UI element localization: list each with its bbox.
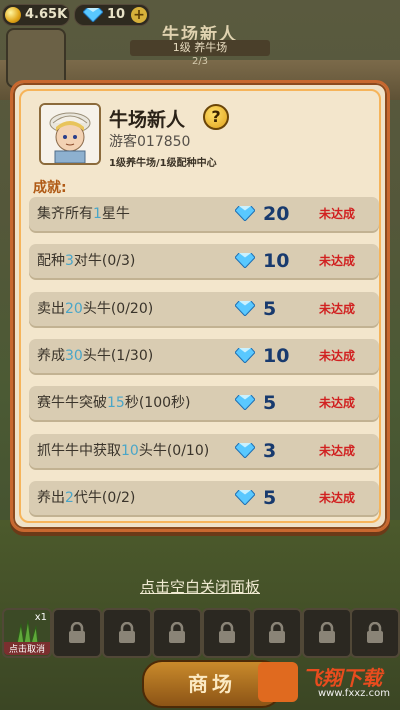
- lock-icon: [119, 622, 135, 643]
- achievement-description: 养出2代牛(0/2): [37, 489, 136, 506]
- achievement-status: 未达成: [319, 301, 356, 316]
- lock-icon: [367, 622, 383, 643]
- locked-slot[interactable]: [102, 608, 152, 658]
- locked-slot[interactable]: [302, 608, 352, 658]
- watermark-url: www.fxxz.com: [318, 688, 390, 699]
- coin-icon: [5, 7, 21, 23]
- lock-icon: [269, 622, 285, 643]
- achievement-reward: 5: [263, 297, 277, 320]
- close-panel-hint[interactable]: 点击空白关闭面板: [0, 576, 400, 597]
- farmer-avatar-icon: [41, 105, 99, 163]
- achievement-description: 集齐所有1星牛: [37, 206, 130, 222]
- achievement-description: 赛牛牛突破15秒(100秒): [37, 395, 191, 412]
- achievement-row: 养成30头牛(1/30) 10 未达成: [29, 338, 379, 373]
- cancel-button[interactable]: 点击取消: [4, 642, 50, 655]
- profile-achievement-panel: 牛场新人 ? 游客017850 1级养牛场/1级配种中心 成就: 集齐所有1星牛…: [10, 80, 390, 532]
- lock-icon: [219, 622, 235, 643]
- achievement-status: 未达成: [319, 348, 356, 363]
- achievement-status: 未达成: [319, 396, 356, 411]
- slot-count: x1: [34, 612, 47, 623]
- achievement-row: 赛牛牛突破15秒(100秒) 5 未达成: [29, 386, 379, 421]
- locked-slot[interactable]: [252, 608, 302, 658]
- achievement-row: 抓牛牛中获取10头牛(0/10) 3 未达成: [29, 433, 379, 468]
- achievement-status: 未达成: [319, 443, 356, 458]
- money-counter: 4.65K: [2, 4, 70, 26]
- diamond-icon: [235, 347, 255, 363]
- achievement-status: 未达成: [319, 254, 356, 269]
- locked-slot[interactable]: [152, 608, 202, 658]
- diamond-icon: [235, 489, 255, 505]
- diamond-icon: [83, 8, 103, 22]
- achievement-row: 集齐所有1星牛 20 未达成: [29, 197, 379, 231]
- diamond-icon: [235, 253, 255, 269]
- locked-slot[interactable]: [350, 608, 400, 658]
- money-value: 4.65K: [25, 7, 68, 22]
- achievement-row: 配种3对牛(0/3) 10 未达成: [29, 244, 379, 279]
- achievement-status: 未达成: [319, 207, 356, 221]
- player-portrait: [39, 103, 101, 165]
- achievement-reward: 5: [263, 392, 277, 415]
- achievement-description: 养成30头牛(1/30): [37, 347, 154, 364]
- diamond-icon: [235, 442, 255, 458]
- diamond-icon: [235, 206, 255, 221]
- lock-icon: [319, 622, 335, 643]
- achievement-reward: 20: [263, 203, 290, 225]
- level-info: 1级养牛场/1级配种中心: [109, 158, 217, 169]
- achievement-description: 配种3对牛(0/3): [37, 253, 136, 270]
- slot-item-grass[interactable]: x1 点击取消: [2, 608, 52, 658]
- player-name: 牛场新人: [109, 109, 186, 131]
- player-avatar-background: [6, 28, 66, 88]
- achievement-reward: 5: [263, 486, 277, 509]
- watermark-brand: 飞翔下载: [302, 666, 382, 690]
- achievement-description: 抓牛牛中获取10头牛(0/10): [37, 442, 210, 459]
- achievement-status: 未达成: [319, 490, 356, 505]
- lock-icon: [69, 622, 85, 643]
- panel-inner: 牛场新人 ? 游客017850 1级养牛场/1级配种中心 成就: 集齐所有1星牛…: [19, 89, 381, 523]
- locked-slot[interactable]: [202, 608, 252, 658]
- brand-logo-icon: [258, 662, 298, 702]
- watermark-logo: 飞翔下载 www.fxxz.com: [258, 660, 394, 704]
- diamond-icon: [235, 395, 255, 411]
- achievement-reward: 3: [263, 439, 277, 462]
- diamond-icon: [235, 300, 255, 316]
- gem-value: 10: [107, 7, 126, 22]
- help-button[interactable]: ?: [203, 104, 229, 130]
- inventory-slots: x1 点击取消: [2, 608, 400, 660]
- background-level: 1级 养牛场: [130, 40, 270, 56]
- achievements-heading: 成就:: [33, 180, 67, 196]
- achievement-row: 养出2代牛(0/2) 5 未达成: [29, 480, 379, 515]
- lock-icon: [169, 622, 185, 643]
- player-id: 游客017850: [109, 134, 191, 150]
- achievement-reward: 10: [263, 250, 290, 273]
- achievement-row: 卖出20头牛(0/20) 5 未达成: [29, 291, 379, 326]
- locked-slot[interactable]: [52, 608, 102, 658]
- background-progress: 2/3: [191, 56, 209, 67]
- achievement-reward: 10: [263, 344, 290, 367]
- achievement-description: 卖出20头牛(0/20): [37, 300, 154, 317]
